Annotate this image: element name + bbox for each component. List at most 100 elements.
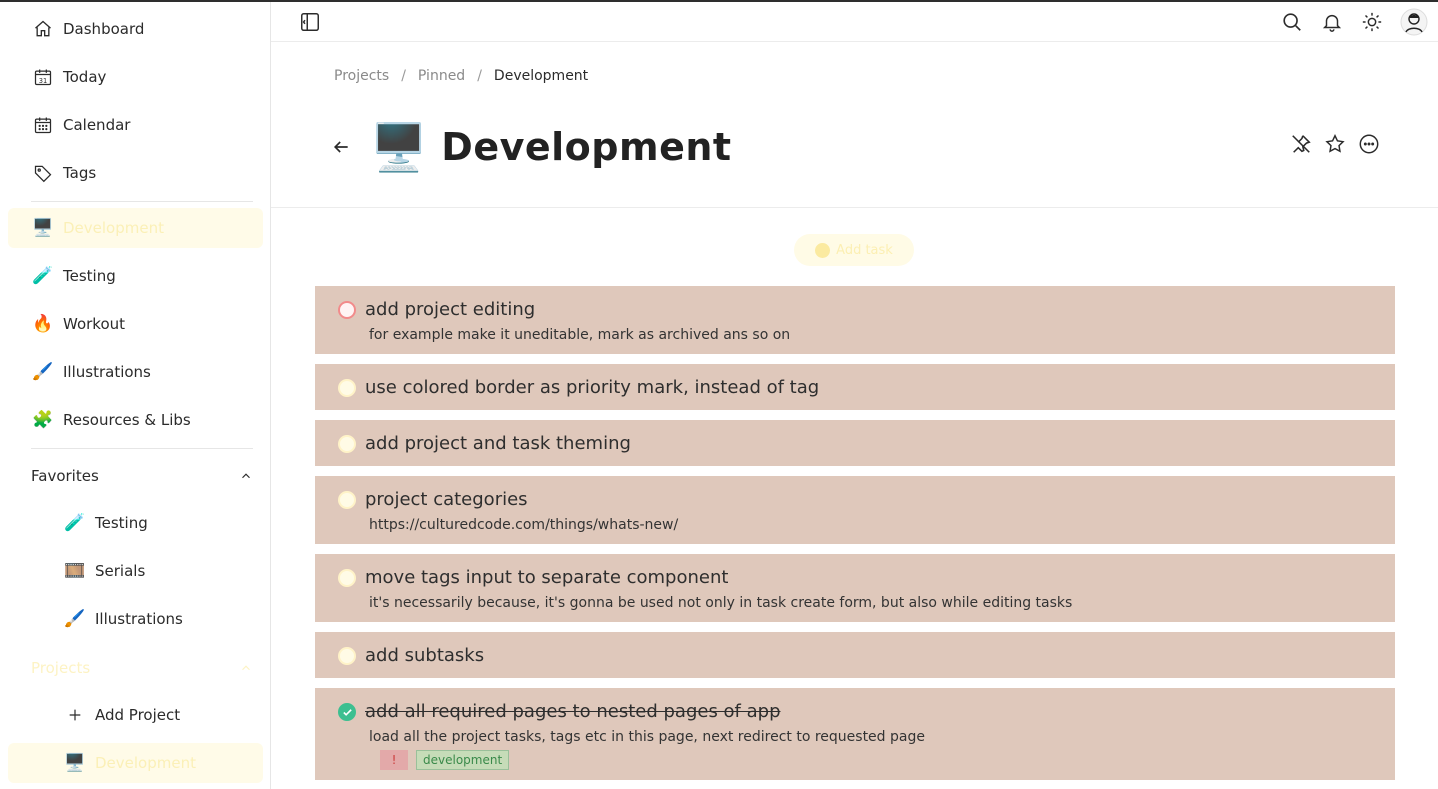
- calendar-icon: [32, 114, 54, 136]
- favorite-item-label: Testing: [95, 514, 148, 532]
- chevron-up-icon: [242, 665, 250, 671]
- breadcrumb-projects[interactable]: Projects: [334, 68, 389, 84]
- chevron-up-icon: [242, 473, 250, 479]
- project-emoji: 🖥️: [370, 120, 428, 174]
- plus-circle-icon: [815, 242, 831, 258]
- desktop-computer-icon: 🖥️: [64, 752, 86, 773]
- breadcrumb-separator: /: [477, 68, 482, 84]
- test-tube-icon: 🧪: [32, 265, 54, 286]
- task-description: for example make it uneditable, mark as …: [369, 327, 791, 343]
- avatar[interactable]: [1400, 8, 1428, 36]
- nav-tags[interactable]: Tags: [8, 153, 263, 193]
- plus-icon: [64, 704, 86, 726]
- task-item[interactable]: add project and task theming: [315, 420, 1395, 466]
- sidebar: Dashboard 31 Today Calendar Tags 🖥️ Deve…: [0, 2, 271, 789]
- sun-icon[interactable]: [1360, 10, 1384, 34]
- sidebar-project-label: Resources & Libs: [63, 411, 191, 429]
- task-tags: ! development: [380, 750, 1379, 770]
- task-checkbox[interactable]: [338, 435, 356, 453]
- search-icon[interactable]: [1280, 10, 1304, 34]
- more-options-icon[interactable]: [1358, 133, 1380, 155]
- task-checkbox[interactable]: [338, 647, 356, 665]
- home-icon: [32, 18, 54, 40]
- topbar: [271, 2, 1438, 42]
- favorite-item-label: Illustrations: [95, 610, 183, 628]
- sidebar-project-label: Development: [63, 219, 164, 237]
- task-name: use colored border as priority mark, ins…: [365, 377, 820, 398]
- sidebar-project-label: Workout: [63, 315, 126, 333]
- favorite-item-illustrations[interactable]: 🖌️ Illustrations: [8, 599, 263, 639]
- task-checkbox-checked[interactable]: [338, 703, 356, 721]
- task-name: project categories: [365, 489, 528, 510]
- task-item[interactable]: add all required pages to nested pages o…: [315, 688, 1395, 780]
- favorite-item-serials[interactable]: 🎞️ Serials: [8, 551, 263, 591]
- sidebar-project-testing[interactable]: 🧪 Testing: [8, 256, 263, 296]
- sidebar-project-illustrations[interactable]: 🖌️ Illustrations: [8, 352, 263, 392]
- sidebar-project-label: Illustrations: [63, 363, 151, 381]
- paintbrush-icon: 🖌️: [64, 608, 86, 629]
- sidebar-project-workout[interactable]: 🔥 Workout: [8, 304, 263, 344]
- breadcrumb-current: Development: [493, 68, 589, 84]
- paintbrush-icon: 🖌️: [32, 361, 54, 382]
- task-checkbox[interactable]: [338, 569, 356, 587]
- projects-item-label: Development: [95, 754, 196, 772]
- sidebar-divider: [31, 448, 253, 449]
- task-name: add project editing: [365, 299, 536, 320]
- task-item[interactable]: add project editing for example make it …: [315, 286, 1395, 354]
- film-frames-icon: 🎞️: [64, 560, 86, 581]
- add-task-button[interactable]: Add task: [794, 234, 914, 266]
- add-project-button[interactable]: Add Project: [8, 695, 263, 735]
- priority-badge: !: [380, 750, 408, 770]
- tag-badge[interactable]: development: [416, 750, 510, 770]
- favorites-title: Favorites: [31, 467, 99, 485]
- task-name: add project and task theming: [365, 433, 631, 454]
- projects-title: Projects: [31, 659, 91, 677]
- favorite-item-testing[interactable]: 🧪 Testing: [8, 503, 263, 543]
- page-title: Development: [441, 125, 732, 169]
- page-actions: [1290, 133, 1380, 155]
- puzzle-piece-icon: 🧩: [32, 409, 54, 430]
- projects-item-development[interactable]: 🖥️ Development: [8, 743, 263, 783]
- unpin-icon[interactable]: [1290, 133, 1312, 155]
- sidebar-toggle-icon[interactable]: [298, 10, 322, 34]
- svg-text:31: 31: [39, 77, 47, 85]
- nav-today-label: Today: [63, 68, 107, 86]
- nav-calendar[interactable]: Calendar: [8, 105, 263, 145]
- nav-today[interactable]: 31 Today: [8, 57, 263, 97]
- back-arrow-icon[interactable]: [330, 136, 352, 158]
- task-checkbox[interactable]: [338, 491, 356, 509]
- task-description: load all the project tasks, tags etc in …: [369, 729, 925, 745]
- task-item[interactable]: project categories https://culturedcode.…: [315, 476, 1395, 544]
- projects-header[interactable]: Projects: [31, 656, 253, 680]
- task-checkbox[interactable]: [338, 379, 356, 397]
- task-item[interactable]: move tags input to separate component it…: [315, 554, 1395, 622]
- breadcrumb-separator: /: [401, 68, 406, 84]
- breadcrumb-pinned[interactable]: Pinned: [418, 68, 465, 84]
- task-list: add project editing for example make it …: [315, 286, 1395, 789]
- check-icon: [342, 708, 352, 716]
- task-name: add all required pages to nested pages o…: [365, 701, 781, 722]
- task-name: add subtasks: [365, 645, 485, 666]
- breadcrumb: Projects / Pinned / Development: [334, 68, 588, 84]
- test-tube-icon: 🧪: [64, 512, 86, 533]
- add-project-label: Add Project: [95, 706, 181, 724]
- favorites-header[interactable]: Favorites: [31, 464, 253, 488]
- sidebar-project-development[interactable]: 🖥️ Development: [8, 208, 263, 248]
- desktop-computer-icon: 🖥️: [32, 217, 54, 238]
- sidebar-project-resources[interactable]: 🧩 Resources & Libs: [8, 400, 263, 440]
- task-checkbox[interactable]: [338, 301, 356, 319]
- calendar-31-icon: 31: [32, 66, 54, 88]
- task-description: https://culturedcode.com/things/whats-ne…: [369, 517, 679, 533]
- nav-dashboard[interactable]: Dashboard: [8, 9, 263, 49]
- task-item[interactable]: add subtasks: [315, 632, 1395, 678]
- add-task-label: Add task: [836, 242, 893, 258]
- task-name: move tags input to separate component: [365, 567, 729, 588]
- star-icon[interactable]: [1324, 133, 1346, 155]
- bell-icon[interactable]: [1320, 10, 1344, 34]
- nav-dashboard-label: Dashboard: [63, 20, 145, 38]
- task-item[interactable]: use colored border as priority mark, ins…: [315, 364, 1395, 410]
- nav-calendar-label: Calendar: [63, 116, 131, 134]
- fire-icon: 🔥: [32, 313, 54, 334]
- sidebar-divider: [31, 201, 253, 202]
- task-description: it's necessarily because, it's gonna be …: [369, 595, 1073, 611]
